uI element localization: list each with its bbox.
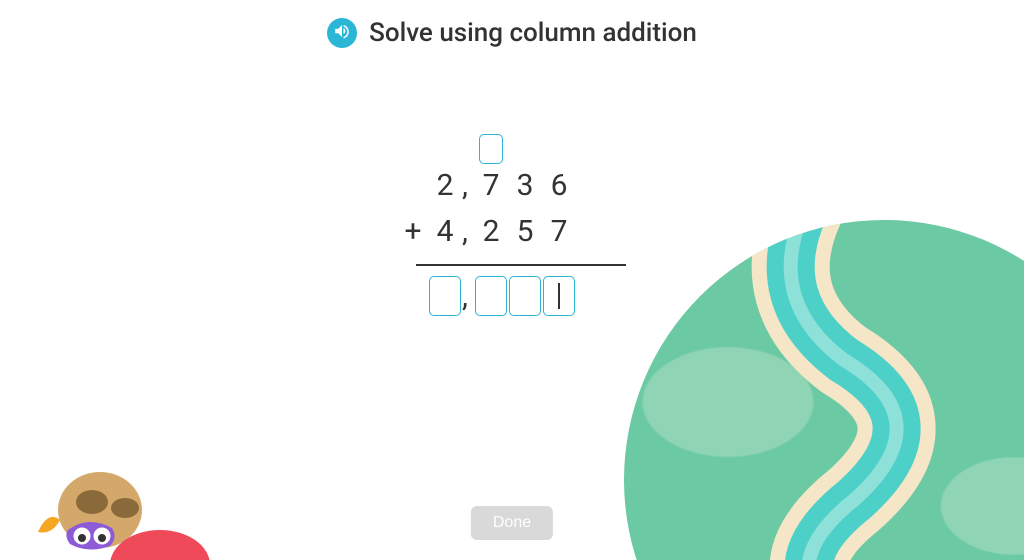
digit: 7 (542, 214, 576, 249)
carry-row (398, 130, 626, 168)
thousands-comma: , (462, 214, 474, 249)
addend-1-row: 2 , 7 3 6 (398, 168, 626, 214)
digit: 2 (428, 168, 462, 203)
digit: 3 (508, 168, 542, 203)
addition-problem: 2 , 7 3 6 + 4 , 2 5 7 , (398, 130, 626, 316)
done-button[interactable]: Done (471, 506, 553, 540)
instruction-title: Solve using column addition (369, 18, 697, 48)
digit: 7 (474, 168, 508, 203)
addend-2-row: + 4 , 2 5 7 (398, 214, 626, 260)
globe-decoration (624, 220, 1024, 560)
equals-line (416, 264, 626, 266)
digit: 2 (474, 214, 508, 249)
thousands-comma: , (462, 168, 474, 203)
answer-input-tens[interactable] (509, 276, 541, 316)
audio-play-button[interactable] (327, 18, 357, 48)
digit: 6 (542, 168, 576, 203)
thousands-comma: , (462, 279, 474, 314)
instruction-header: Solve using column addition (0, 0, 1024, 48)
digit: 4 (428, 214, 462, 249)
river-icon (624, 220, 1024, 560)
answer-input-hundreds[interactable] (475, 276, 507, 316)
digit: 5 (508, 214, 542, 249)
answer-input-thousands[interactable] (429, 276, 461, 316)
carry-input-hundreds[interactable] (479, 134, 503, 164)
answer-row: , (398, 276, 626, 316)
answer-input-ones[interactable] (543, 276, 575, 316)
speaker-icon (333, 22, 351, 44)
plus-operator: + (398, 214, 428, 249)
character-decoration (30, 460, 210, 560)
